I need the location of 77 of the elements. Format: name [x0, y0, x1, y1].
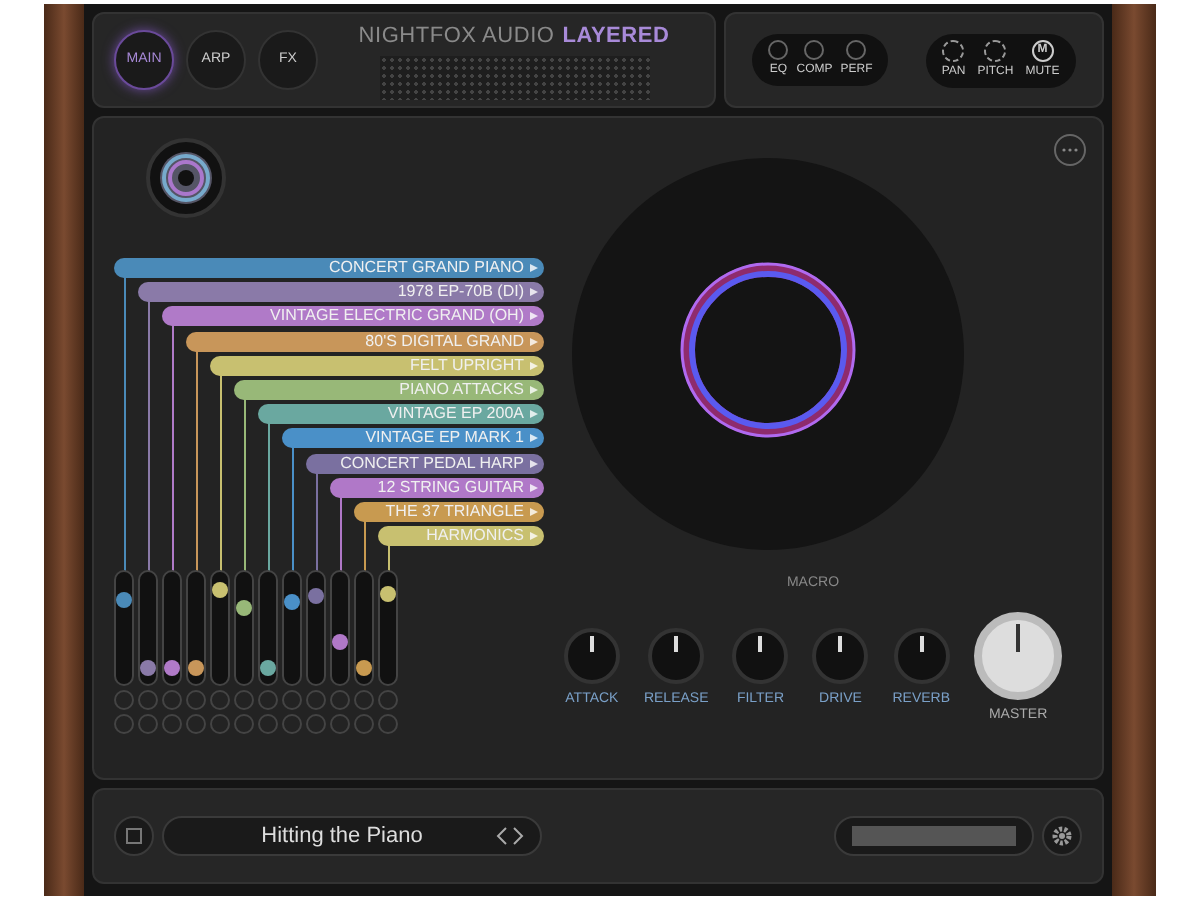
connector-line — [340, 497, 342, 575]
layer-name: PIANO ATTACKS — [399, 381, 524, 398]
layer-name: 1978 EP-70B (DI) — [397, 284, 524, 301]
knob-pointer — [589, 635, 594, 651]
brand-name: NIGHTFOX AUDIO — [358, 21, 555, 52]
layer-name: VINTAGE EP MARK 1 — [365, 430, 524, 447]
fader-track[interactable] — [354, 570, 374, 687]
fader-thumb[interactable] — [260, 660, 276, 677]
fader-track[interactable] — [162, 570, 182, 687]
fader-track[interactable] — [234, 570, 254, 687]
fader-track[interactable] — [378, 570, 398, 687]
layer-name: 12 STRING GUITAR — [377, 479, 524, 496]
prev-next-icon[interactable] — [496, 826, 524, 846]
arrow-icon — [530, 264, 538, 272]
layer-bar[interactable]: THE 37 TRIANGLE — [354, 501, 544, 522]
connector-line — [364, 522, 366, 575]
fader-thumb[interactable] — [380, 585, 396, 602]
fader-thumb[interactable] — [308, 587, 324, 604]
arrow-icon — [530, 312, 538, 321]
layer-name: VINTAGE EP 200A — [387, 406, 524, 423]
arrow-icon — [530, 410, 538, 419]
fader-track[interactable] — [210, 570, 230, 687]
fader-thumb[interactable] — [236, 600, 252, 617]
product-name: LAYERED — [562, 21, 670, 52]
knob-pointer — [838, 635, 843, 651]
fader-thumb[interactable] — [140, 660, 156, 677]
arrow-icon — [530, 483, 538, 492]
layer-name: HARMONICS — [426, 528, 524, 545]
layer-name: FELT UPRIGHT — [409, 357, 524, 374]
knob-pointer — [919, 635, 924, 651]
layer-bar[interactable]: VINTAGE ELECTRIC GRAND (OH) — [162, 306, 544, 327]
fader-track[interactable] — [186, 570, 206, 687]
layer-name: CONCERT GRAND PIANO — [329, 260, 524, 276]
fader-thumb[interactable] — [356, 660, 372, 677]
layer-bar[interactable]: CONCERT PEDAL HARP — [306, 453, 544, 473]
layer-bar[interactable]: 12 STRING GUITAR — [330, 477, 544, 498]
connector-line — [388, 546, 390, 575]
save-icon[interactable] — [114, 816, 154, 856]
arrow-icon — [530, 361, 538, 370]
knob[interactable] — [974, 611, 1063, 699]
settings-icon[interactable] — [1042, 816, 1082, 856]
layer-name: 80'S DIGITAL GRAND — [365, 333, 524, 350]
fader-thumb[interactable] — [284, 593, 300, 610]
layer-name: VINTAGE ELECTRIC GRAND (OH) — [270, 308, 524, 325]
fader-track[interactable] — [306, 570, 326, 687]
fader-thumb[interactable] — [212, 581, 228, 598]
fader-track[interactable] — [258, 570, 278, 687]
layer-bar[interactable]: 1978 EP-70B (DI) — [138, 282, 544, 303]
arrow-icon — [530, 434, 538, 443]
layer-bar[interactable]: 80'S DIGITAL GRAND — [186, 331, 544, 352]
arrow-icon — [530, 507, 538, 516]
fader-thumb[interactable] — [164, 660, 180, 677]
layer-bar[interactable]: VINTAGE EP 200A — [258, 404, 544, 425]
arrow-icon — [530, 288, 538, 297]
preset-name: Hitting the Piano — [259, 821, 425, 852]
fader-track[interactable] — [282, 570, 302, 687]
fader-thumb[interactable] — [116, 591, 132, 608]
connector-line — [316, 473, 318, 575]
more-icon[interactable] — [1054, 134, 1086, 166]
fader-track[interactable] — [330, 570, 350, 687]
preset-selector[interactable]: Hitting the Piano — [162, 816, 542, 856]
waveform-badge-icon — [146, 138, 226, 218]
fader-track[interactable] — [114, 570, 134, 687]
fader-track[interactable] — [138, 570, 158, 687]
layer-bar[interactable]: VINTAGE EP MARK 1 — [282, 428, 544, 449]
knob-pointer — [758, 635, 763, 651]
arrow-icon — [530, 337, 538, 346]
layer-name: THE 37 TRIANGLE — [385, 503, 524, 520]
arrow-icon — [530, 532, 538, 541]
fader-thumb[interactable] — [332, 634, 348, 651]
fader-thumb[interactable] — [188, 660, 204, 677]
layer-name: CONCERT PEDAL HARP — [340, 455, 524, 471]
layer-bar[interactable]: CONCERT GRAND PIANO — [114, 258, 544, 278]
connector-line — [292, 448, 294, 575]
arrow-icon — [530, 459, 538, 467]
knob-pointer — [674, 635, 679, 651]
arrow-icon — [530, 385, 538, 394]
